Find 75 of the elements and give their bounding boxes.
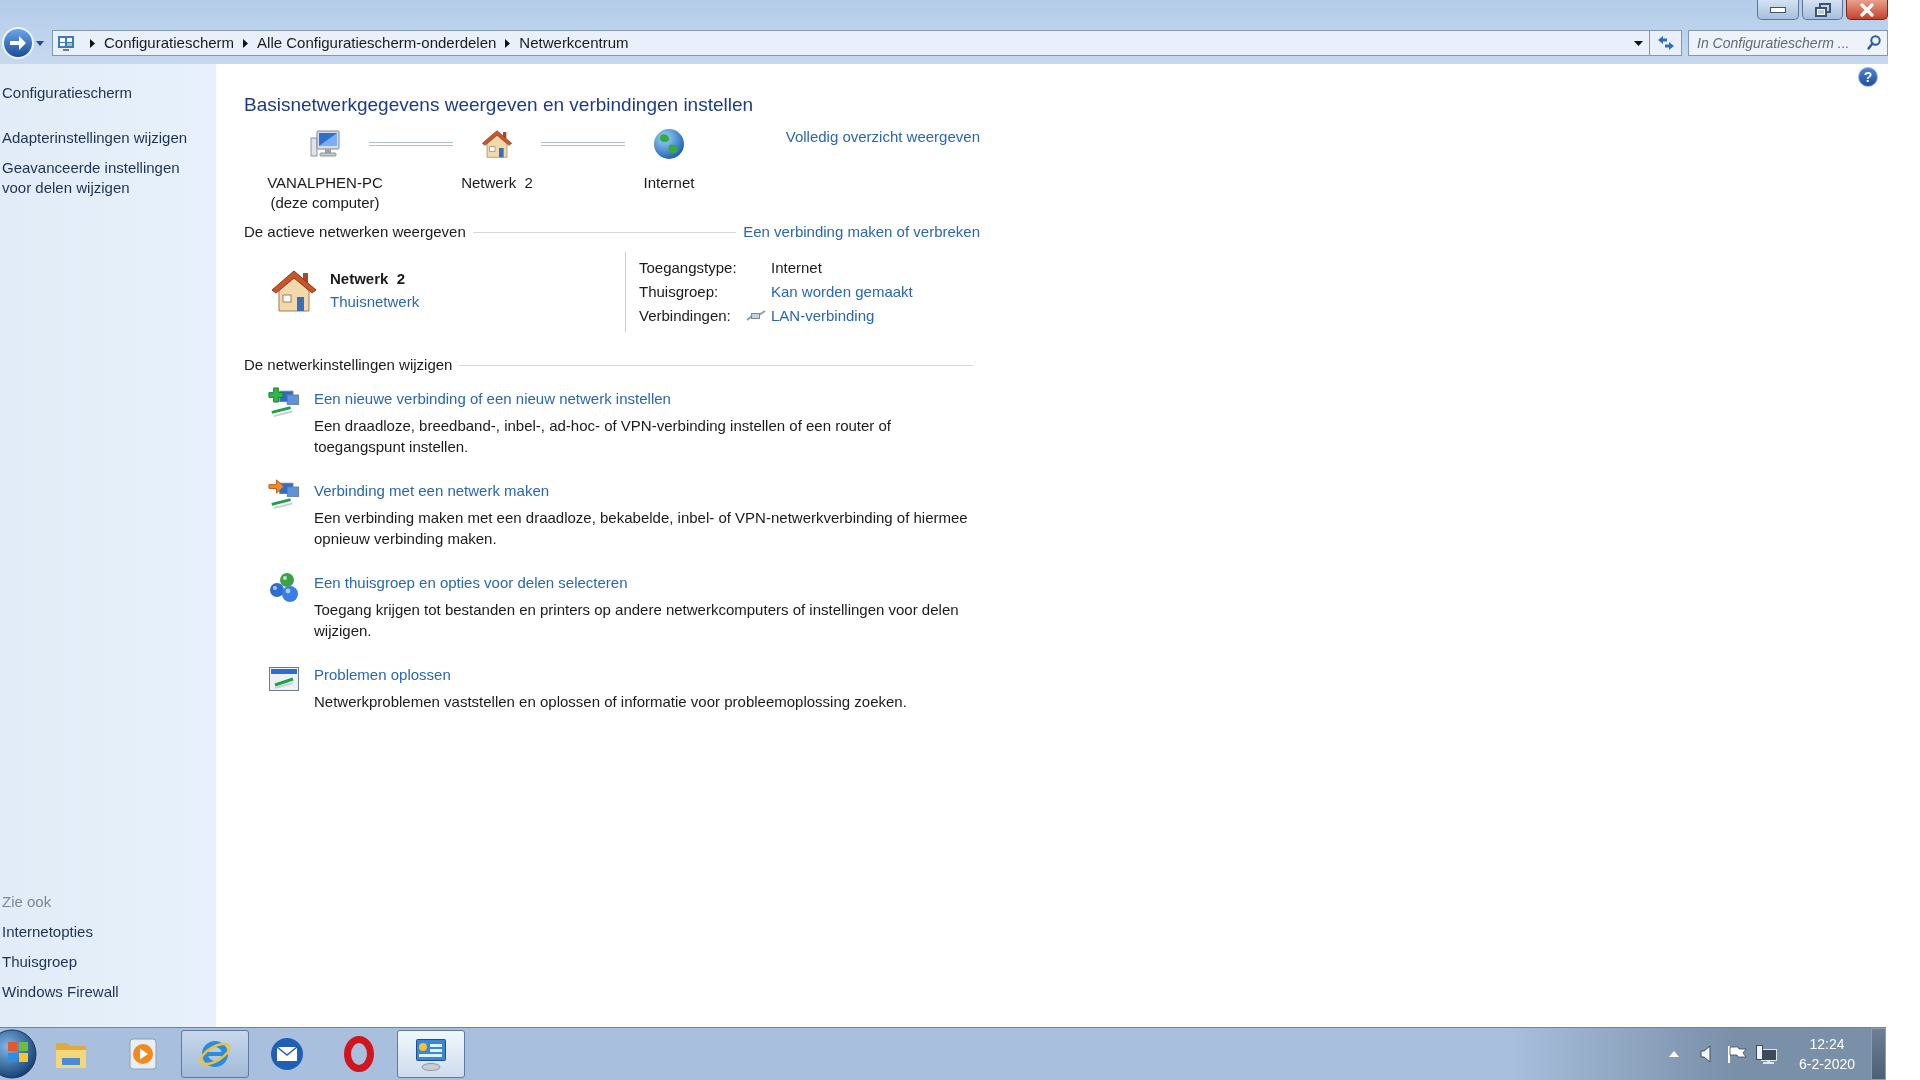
see-also-heading: Zie ook — [2, 892, 52, 912]
section-heading: De actieve netwerken weergeven — [244, 222, 466, 242]
taskbar-button[interactable] — [397, 1030, 465, 1078]
sidebar-link[interactable]: Adapterinstellingen wijzigen — [2, 128, 188, 148]
globe-icon — [653, 128, 685, 160]
property-value: Internet — [771, 257, 822, 278]
breadcrumb-link[interactable]: Alle Configuratiescherm-onderdelen — [257, 33, 497, 53]
task-link[interactable]: Een thuisgroep en opties voor delen selecteren — [314, 573, 628, 593]
breadcrumb-link[interactable]: Netwerkcentrum — [519, 33, 629, 53]
house-icon — [270, 268, 318, 314]
cable-icon — [746, 310, 766, 322]
minimize-button[interactable] — [1757, 0, 1799, 20]
panel-window-icon — [57, 34, 75, 52]
clock-time: 12:24 — [1809, 1035, 1845, 1054]
section-link[interactable]: Een verbinding maken of verbreken — [743, 222, 980, 242]
sidebar-link[interactable]: Geavanceerde instellingen voor delen wijzigen — [2, 158, 202, 198]
oval-ring-icon — [344, 1036, 374, 1072]
breadcrumb-arrow-icon — [505, 38, 511, 48]
property-label: Toegangstype: — [639, 257, 737, 278]
task-description: Een verbinding maken met een draadloze, bekabelde, inbel- of VPN-netwerkverbinding of hiermee opnieuw verbinding maken. — [314, 508, 969, 549]
address-bar[interactable]: Configuratiescherm Alle Configuratiescherm-onderdelen Netwerkcentrum — [52, 30, 1682, 56]
breadcrumb-arrow-icon — [90, 38, 95, 48]
close-icon — [1859, 2, 1875, 17]
network-monitor-icon[interactable] — [1755, 1044, 1777, 1064]
refresh-arrows-icon — [1656, 35, 1675, 51]
restore-icon — [1814, 2, 1831, 17]
full-map-link[interactable]: Volledig overzicht weergeven — [785, 127, 980, 147]
sidebar-link[interactable]: Windows Firewall — [2, 982, 119, 1002]
node-label: Netwerk 2 — [461, 173, 533, 193]
flag-icon[interactable] — [1727, 1045, 1747, 1063]
monitors-plus-icon — [268, 387, 300, 419]
spheres-icon — [268, 571, 300, 603]
connection-link[interactable]: LAN-verbinding — [771, 304, 875, 328]
breadcrumb-arrow-icon — [243, 38, 249, 48]
task-description: Toegang krijgen tot bestanden en printers op andere netwerkcomputers of instellingen voor delen wijzigen. — [314, 600, 960, 641]
start-button[interactable] — [0, 1028, 37, 1080]
speaker-icon[interactable] — [1700, 1045, 1712, 1063]
task-description: Een draadloze, breedband-, inbel-, ad-hoc- of VPN-verbinding instellen of een router of toegangspunt instellen. — [314, 416, 893, 457]
forward-button[interactable] — [2, 27, 34, 59]
node-label: Internet — [643, 173, 695, 193]
property-link[interactable]: Kan worden gemaakt — [771, 280, 913, 304]
monitors-arrow-icon — [268, 479, 300, 511]
sidebar-link[interactable]: Internetopties — [2, 922, 93, 942]
orb-icon — [0, 1028, 37, 1080]
task-link[interactable]: Verbinding met een netwerk maken — [314, 481, 550, 501]
caret-down-icon — [36, 40, 44, 46]
close-button[interactable] — [1846, 0, 1888, 20]
monitor-panel-icon — [413, 1036, 449, 1072]
restore-button[interactable] — [1802, 0, 1843, 20]
page-title: Basisnetwerkgegevens weergeven en verbindingen instellen — [244, 93, 754, 117]
caret-down-icon — [1633, 40, 1643, 46]
network-type-link[interactable]: Thuisnetwerk — [330, 290, 420, 314]
envelope-circle-icon — [270, 1037, 304, 1071]
breadcrumb-link[interactable]: Configuratiescherm — [104, 33, 235, 53]
node-detail: (deze computer) — [270, 193, 380, 213]
task-description: Netwerkproblemen vaststellen en oplossen of informatie voor probleemoplossing zoeken. — [314, 692, 907, 712]
help-button[interactable]: ? — [1858, 67, 1878, 87]
play-icon — [127, 1037, 159, 1071]
section-heading: De netwerkinstellingen wijzigen — [244, 355, 453, 375]
network-name: Netwerk 2 — [330, 269, 406, 289]
caret-up-icon[interactable] — [1669, 1051, 1679, 1057]
task-link[interactable]: Problemen oplossen — [314, 665, 451, 685]
minimize-icon — [1770, 6, 1786, 13]
sidebar-link[interactable]: Thuisgroep — [2, 952, 78, 972]
house-icon — [481, 128, 513, 160]
sidebar-link[interactable]: Configuratiescherm — [2, 83, 133, 103]
node-label: VANALPHEN-PC — [267, 173, 383, 193]
task-link[interactable]: Een nieuwe verbinding of een nieuw netwerk instellen — [314, 389, 671, 409]
property-label: Thuisgroep: — [639, 281, 719, 302]
arrow-right-icon — [9, 35, 27, 51]
property-label: Verbindingen: — [639, 305, 731, 326]
search-icon — [1867, 35, 1881, 50]
clock-date: 6-2-2020 — [1798, 1055, 1855, 1074]
search-field[interactable]: In Configuratiescherm ... — [1688, 30, 1888, 56]
computer-icon — [309, 128, 341, 160]
